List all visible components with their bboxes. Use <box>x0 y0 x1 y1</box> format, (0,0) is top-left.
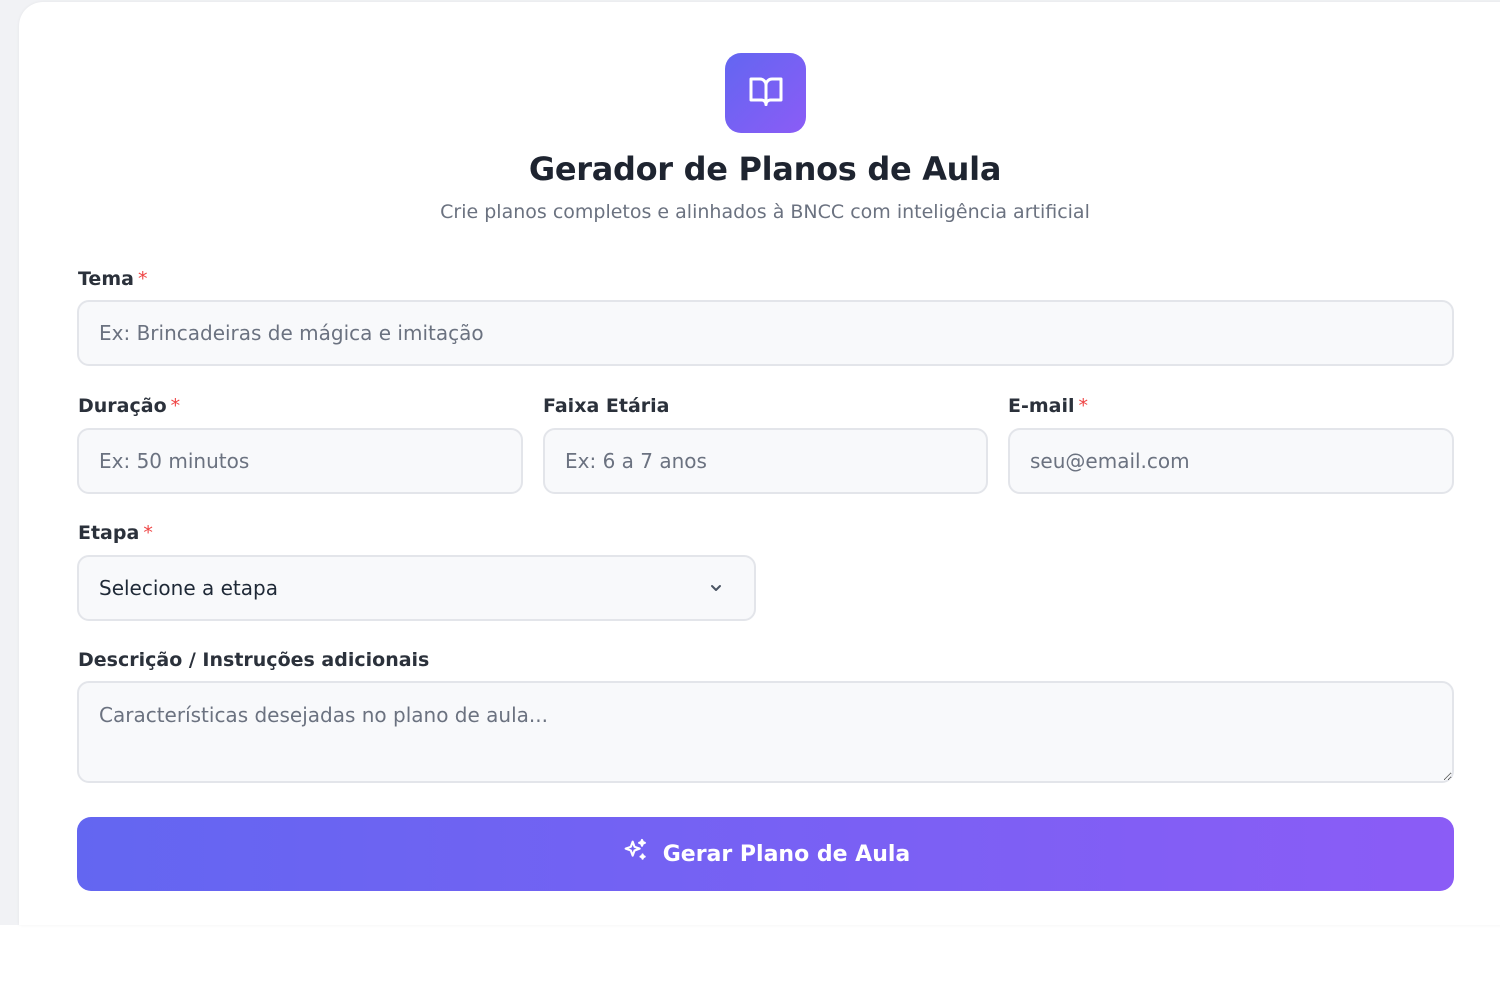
duracao-label: Duração * <box>78 395 180 417</box>
book-open-icon <box>748 73 784 113</box>
descricao-textarea[interactable] <box>77 681 1454 783</box>
page-title: Gerador de Planos de Aula <box>528 150 1002 188</box>
faixa-etaria-label-text: Faixa Etária <box>543 395 670 417</box>
required-mark: * <box>1078 395 1089 417</box>
duracao-label-text: Duração <box>78 395 167 417</box>
page-subtitle: Crie planos completos e alinhados à BNCC… <box>440 201 1090 223</box>
chevron-down-icon <box>704 576 728 600</box>
descricao-label-text: Descrição / Instruções adicionais <box>78 649 430 671</box>
etapa-label-text: Etapa <box>78 522 140 544</box>
tema-label: Tema * <box>78 268 147 290</box>
etapa-label: Etapa * <box>78 522 153 544</box>
required-mark: * <box>137 268 148 290</box>
required-mark: * <box>170 395 181 417</box>
tema-input[interactable] <box>77 300 1454 366</box>
etapa-select-value: Selecione a etapa <box>99 576 278 600</box>
app-logo <box>725 53 806 133</box>
required-mark: * <box>143 522 153 544</box>
sparkles-icon <box>621 837 649 871</box>
email-label-text: E-mail <box>1008 395 1075 417</box>
tema-label-text: Tema <box>78 268 134 290</box>
faixa-etaria-label: Faixa Etária <box>543 395 669 417</box>
gerar-plano-button[interactable]: Gerar Plano de Aula <box>77 817 1454 891</box>
duracao-input[interactable] <box>77 428 523 494</box>
faixa-etaria-input[interactable] <box>543 428 988 494</box>
etapa-select[interactable]: Selecione a etapa <box>77 555 756 621</box>
gerar-plano-label: Gerar Plano de Aula <box>662 841 911 867</box>
descricao-label: Descrição / Instruções adicionais <box>78 649 429 671</box>
email-label: E-mail * <box>1008 395 1088 417</box>
email-field[interactable] <box>1008 428 1454 494</box>
